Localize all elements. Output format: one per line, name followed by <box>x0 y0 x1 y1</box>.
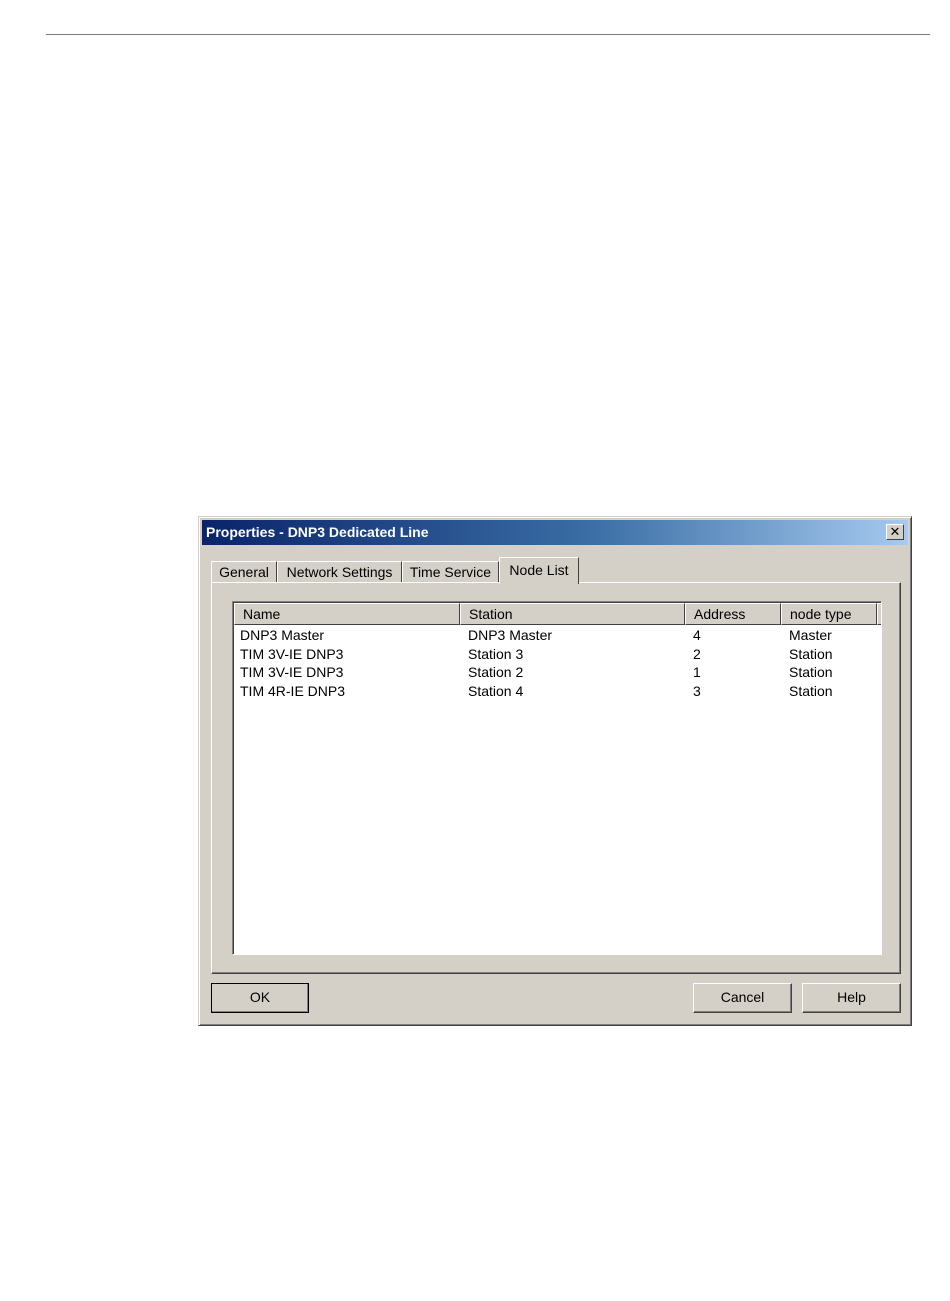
dialog-titlebar[interactable]: Properties - DNP3 Dedicated Line ✕ <box>202 520 908 545</box>
node-list-panel: Name Station Address node type DNP3 Mast… <box>211 582 901 974</box>
cell-address: 2 <box>693 645 701 662</box>
close-icon: ✕ <box>889 524 901 539</box>
column-header-name[interactable]: Name <box>234 603 460 625</box>
close-button[interactable]: ✕ <box>886 524 904 540</box>
tab-label: General <box>219 564 269 580</box>
help-button[interactable]: Help <box>802 983 901 1013</box>
ok-button[interactable]: OK <box>211 983 309 1013</box>
cell-name: DNP3 Master <box>240 627 325 643</box>
cell-node-type: Master <box>789 627 832 643</box>
cancel-button-label: Cancel <box>720 989 765 1005</box>
cell-name: TIM 3V-IE DNP3 <box>240 664 344 681</box>
list-row[interactable]: TIM 4R-IE DNP3 Station 4 3 Station <box>234 682 881 701</box>
properties-dialog: Properties - DNP3 Dedicated Line ✕ Gener… <box>198 516 912 1026</box>
cell-station: DNP3 Master <box>468 627 553 643</box>
cell-address: 1 <box>693 664 701 681</box>
cell-name: TIM 3V-IE DNP3 <box>240 645 344 662</box>
cell-address: 3 <box>693 683 701 700</box>
tab-label: Node List <box>509 562 569 578</box>
cell-station: Station 4 <box>468 683 524 700</box>
cell-node-type: Station <box>789 664 833 681</box>
cell-node-type: Station <box>789 645 833 662</box>
cell-node-type: Station <box>789 683 833 700</box>
list-header: Name Station Address node type <box>234 603 881 625</box>
cell-address: 4 <box>693 627 701 643</box>
tab-label: Time Service <box>409 564 492 580</box>
column-header-station[interactable]: Station <box>460 603 685 625</box>
tab-network-settings[interactable]: Network Settings <box>277 561 402 583</box>
help-button-label: Help <box>837 989 866 1005</box>
dialog-title: Properties - DNP3 Dedicated Line <box>206 524 429 540</box>
cell-station: Station 3 <box>468 645 524 662</box>
list-row[interactable]: TIM 3V-IE DNP3 Station 2 1 Station <box>234 663 881 682</box>
list-row[interactable]: DNP3 Master DNP3 Master 4 Master <box>234 626 881 645</box>
column-header-filler <box>877 603 881 625</box>
page-divider <box>46 34 930 35</box>
ok-button-label: OK <box>249 989 271 1005</box>
tab-time-service[interactable]: Time Service <box>402 561 499 583</box>
list-row[interactable]: TIM 3V-IE DNP3 Station 3 2 Station <box>234 645 881 664</box>
cell-station: Station 2 <box>468 664 524 681</box>
cell-name: TIM 4R-IE DNP3 <box>240 683 346 700</box>
column-header-node-type[interactable]: node type <box>781 603 877 625</box>
tab-general[interactable]: General <box>211 561 277 583</box>
node-list-view[interactable]: Name Station Address node type DNP3 Mast… <box>232 601 882 955</box>
tab-node-list[interactable]: Node List <box>499 557 579 584</box>
column-header-address[interactable]: Address <box>685 603 781 625</box>
list-rows: DNP3 Master DNP3 Master 4 Master TIM 3V-… <box>234 626 881 701</box>
tab-label: Network Settings <box>286 564 393 580</box>
cancel-button[interactable]: Cancel <box>693 983 792 1013</box>
